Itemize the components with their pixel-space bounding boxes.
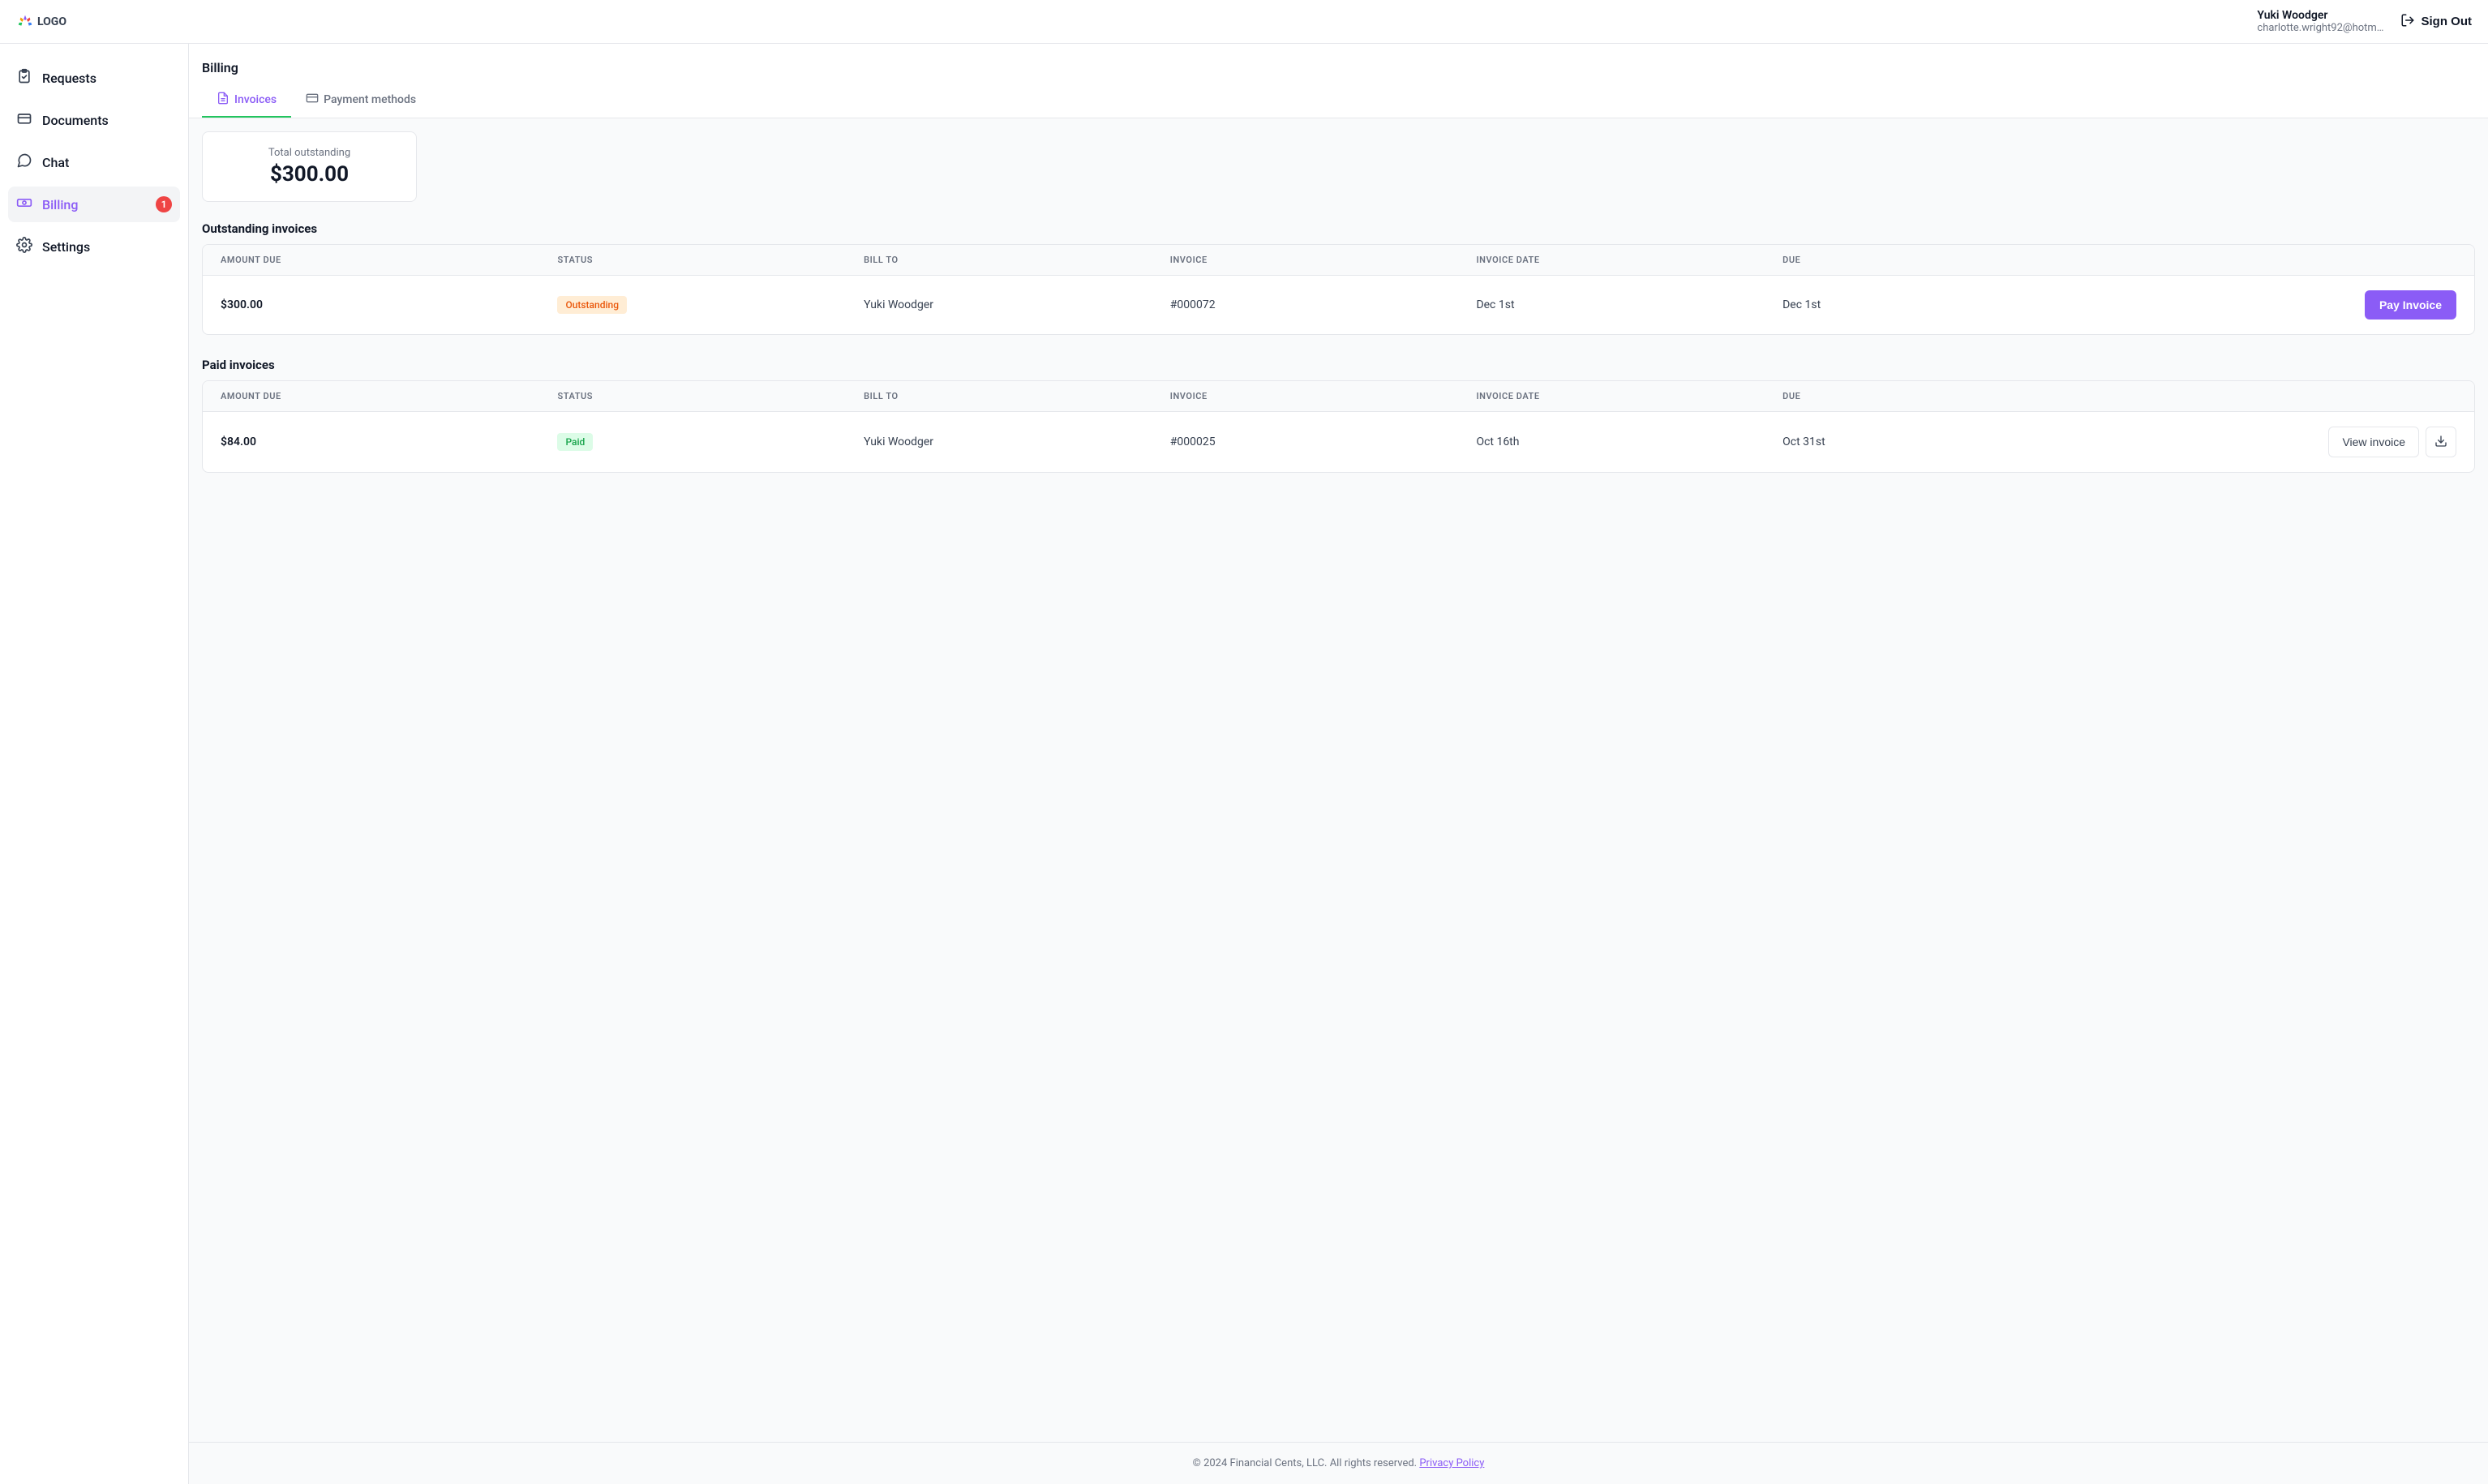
th-invoice: INVOICE [1170,391,1477,401]
paid-table: AMOUNT DUE STATUS BILL TO INVOICE INVOIC… [202,380,2475,473]
tab-label: Payment methods [324,93,416,106]
sidebar-item-requests[interactable]: Requests [8,60,180,96]
cell-billto: Yuki Woodger [864,298,1170,311]
folder-icon [16,110,32,130]
table-row: $84.00 Paid Yuki Woodger #000025 Oct 16t… [203,412,2474,472]
user-block: Yuki Woodger charlotte.wright92@hotm… [2257,9,2383,34]
sidebar-item-label: Billing [42,197,78,212]
table-row: $300.00 Outstanding Yuki Woodger #000072… [203,276,2474,334]
th-status: STATUS [557,391,864,401]
download-invoice-button[interactable] [2426,427,2456,457]
sidebar-item-label: Chat [42,155,69,170]
sign-out-button[interactable]: Sign Out [2400,13,2473,31]
file-icon [217,92,229,108]
page-title: Billing [189,44,2488,84]
cell-amount: $300.00 [221,298,557,311]
sidebar-item-settings[interactable]: Settings [8,229,180,264]
tabs: Invoices Payment methods [189,84,2488,118]
status-badge: Paid [557,433,593,451]
cell-invoice: #000072 [1170,298,1477,311]
cell-billto: Yuki Woodger [864,435,1170,448]
credit-card-icon [306,92,319,108]
logo-text: LOGO [37,15,66,28]
summary-value: $300.00 [211,162,408,187]
sidebar-item-documents[interactable]: Documents [8,102,180,138]
th-invoice-date: INVOICE DATE [1476,391,1782,401]
th-invoice-date: INVOICE DATE [1476,255,1782,265]
sidebar-item-chat[interactable]: Chat [8,144,180,180]
th-amount: AMOUNT DUE [221,255,557,265]
chat-icon [16,152,32,172]
clipboard-icon [16,68,32,88]
cell-status: Paid [557,433,864,451]
sign-out-icon [2400,13,2415,31]
sidebar-item-label: Requests [42,71,97,86]
outstanding-table: AMOUNT DUE STATUS BILL TO INVOICE INVOIC… [202,244,2475,335]
main: Billing Invoices [189,44,2488,1484]
logo-icon [16,13,34,31]
th-billto: BILL TO [864,255,1170,265]
th-invoice: INVOICE [1170,255,1477,265]
th-due: DUE [1782,255,2089,265]
download-icon [2434,435,2447,450]
cash-icon [16,195,32,214]
summary-label: Total outstanding [211,147,408,159]
tab-invoices[interactable]: Invoices [202,84,291,118]
cell-due: Oct 31st [1782,435,2089,448]
cell-amount: $84.00 [221,435,557,448]
sign-out-label: Sign Out [2422,15,2473,28]
gear-icon [16,237,32,256]
footer: © 2024 Financial Cents, LLC. All rights … [189,1442,2488,1484]
table-header: AMOUNT DUE STATUS BILL TO INVOICE INVOIC… [203,245,2474,276]
content: Total outstanding $300.00 Outstanding in… [189,118,2488,1442]
logo[interactable]: LOGO [16,13,66,31]
header: LOGO Yuki Woodger charlotte.wright92@hot… [0,0,2488,44]
th-amount: AMOUNT DUE [221,391,557,401]
status-badge: Outstanding [557,296,627,314]
th-due: DUE [1782,391,2089,401]
footer-copyright: © 2024 Financial Cents, LLC. All rights … [1193,1457,1417,1469]
badge: 1 [156,196,172,212]
cell-due: Dec 1st [1782,298,2089,311]
privacy-policy-link[interactable]: Privacy Policy [1419,1457,1484,1469]
th-billto: BILL TO [864,391,1170,401]
table-header: AMOUNT DUE STATUS BILL TO INVOICE INVOIC… [203,381,2474,412]
cell-invoice: #000025 [1170,435,1477,448]
sidebar-item-billing[interactable]: Billing 1 [8,187,180,222]
summary-card: Total outstanding $300.00 [202,131,417,202]
view-invoice-button[interactable]: View invoice [2328,427,2419,457]
cell-invoice-date: Oct 16th [1476,435,1782,448]
section-title-paid: Paid invoices [202,358,2475,372]
cell-invoice-date: Dec 1st [1476,298,1782,311]
user-email: charlotte.wright92@hotm… [2257,22,2383,34]
sidebar: Requests Documents Chat [0,44,189,1484]
tab-label: Invoices [234,93,277,106]
th-status: STATUS [557,255,864,265]
sidebar-item-label: Settings [42,239,90,255]
tab-payment-methods[interactable]: Payment methods [291,84,431,118]
cell-status: Outstanding [557,296,864,314]
user-name: Yuki Woodger [2257,9,2383,22]
section-title-outstanding: Outstanding invoices [202,221,2475,236]
sidebar-item-label: Documents [42,113,109,128]
pay-invoice-button[interactable]: Pay Invoice [2365,290,2456,320]
